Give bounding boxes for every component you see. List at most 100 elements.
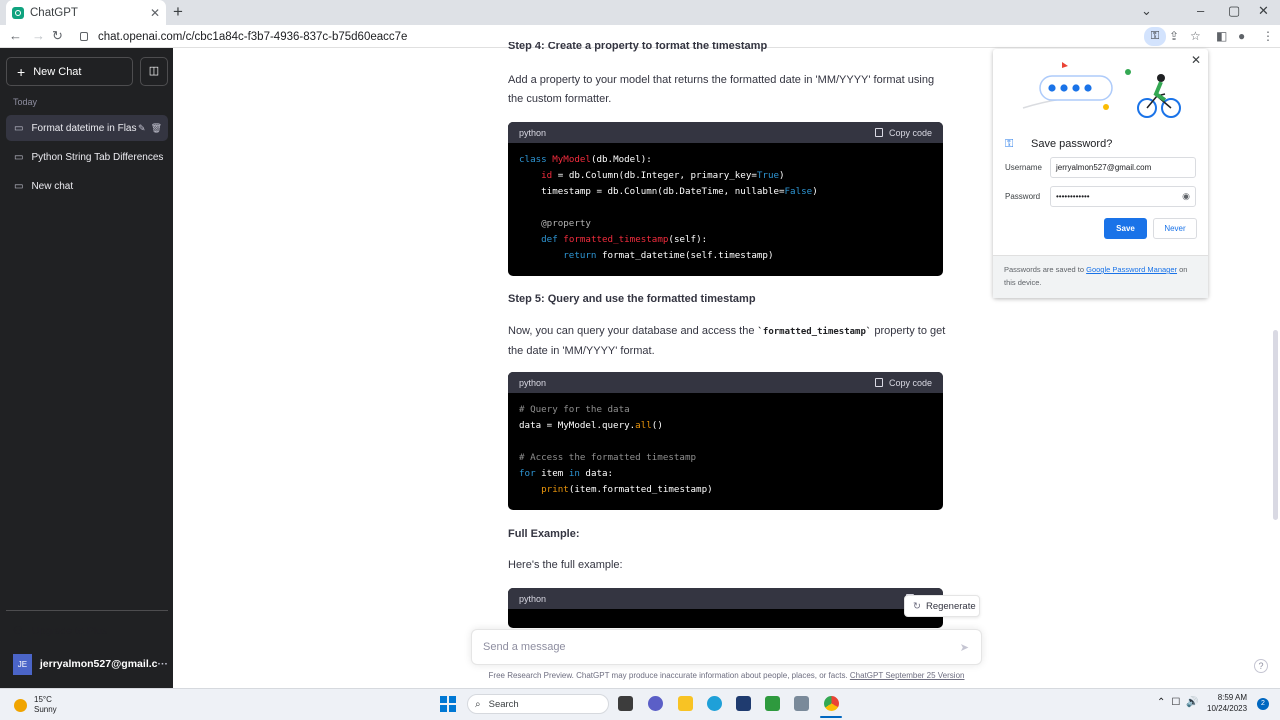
full-example-text: Here's the full example: (508, 559, 623, 571)
upgrade-button[interactable]: ⚇ Upgrade to Plus (13, 624, 108, 638)
reload-icon[interactable]: ↻ (52, 28, 63, 44)
system-tray[interactable]: ⌃☐🔊 (1157, 697, 1205, 708)
avatar: JE (13, 653, 32, 675)
chat-item-label: Python String Tab Differences (31, 151, 164, 163)
chat-item-format-datetime[interactable]: ▭ Format datetime in Flas ✎ 🗑 (6, 115, 168, 141)
user-icon: ⚇ (13, 625, 23, 637)
file-explorer-icon[interactable] (678, 696, 693, 711)
help-icon[interactable]: ? (1254, 659, 1268, 673)
code-block-2: python Copy code # Query for the data da… (508, 372, 943, 510)
clipboard-icon (874, 128, 883, 137)
sun-icon (14, 698, 27, 712)
close-tab-icon[interactable]: ✕ (150, 6, 160, 20)
edit-icon[interactable]: ✎ (138, 123, 146, 133)
network-app-icon[interactable] (794, 696, 809, 711)
upgrade-label: Upgrade to Plus (31, 624, 108, 637)
new-tab-icon[interactable]: + (173, 3, 183, 21)
weather-condition: Sunny (34, 705, 57, 714)
browser-tab[interactable]: ChatGPT ✕ (6, 0, 166, 25)
code-block-1: python Copy code class MyModel(db.Model)… (508, 122, 943, 276)
never-button[interactable]: Never (1153, 218, 1197, 239)
edge-icon[interactable] (707, 696, 722, 711)
username-field[interactable]: jerryalmon527@gmail.com (1050, 157, 1196, 178)
code-header: python Co (508, 588, 943, 609)
eye-icon[interactable]: ◉ (1182, 191, 1190, 202)
forward-icon[interactable]: → (32, 28, 45, 43)
username-label: Username (1005, 163, 1042, 172)
save-button[interactable]: Save (1104, 218, 1147, 239)
maximize-icon[interactable]: ▢ (1228, 3, 1240, 19)
paragraph-1: Add a property to your model that return… (508, 74, 935, 105)
menu-icon[interactable]: ⋮ (1262, 29, 1274, 43)
trash-icon[interactable]: 🗑 (151, 123, 162, 133)
share-icon[interactable]: ⇪ (1169, 29, 1179, 43)
copy-code-button[interactable]: Copy code (874, 378, 932, 388)
chat-bubble-icon: ▭ (14, 151, 24, 163)
copy-code-button[interactable]: Copy code (874, 128, 932, 138)
active-app-indicator (820, 716, 842, 718)
sidebar-divider (6, 610, 168, 611)
regenerate-button[interactable]: ↻ Regenerate (904, 595, 980, 617)
password-illustration (1022, 62, 1181, 118)
refresh-icon: ↻ (913, 600, 921, 612)
browser-tab-strip (0, 0, 1280, 25)
chat-app-icon[interactable] (648, 696, 663, 711)
back-icon[interactable]: ← (9, 28, 22, 43)
message-input[interactable]: Send a message ➤ (471, 629, 982, 665)
section-today: Today (13, 97, 38, 107)
code-header: python Copy code (508, 122, 943, 143)
minimize-icon[interactable]: – (1197, 3, 1204, 18)
tab-title: ChatGPT (30, 6, 78, 19)
version-link[interactable]: ChatGPT September 25 Version (850, 671, 965, 680)
url-text: chat.openai.com/c/cbc1a84c-f3b7-4936-837… (98, 30, 408, 43)
user-menu[interactable]: JE jerryalmon527@gmail.c ··· (13, 653, 168, 675)
bookmark-star-icon[interactable]: ☆ (1190, 29, 1201, 43)
send-icon[interactable]: ➤ (960, 641, 969, 654)
new-chat-button[interactable]: + New Chat (6, 57, 133, 86)
clock[interactable]: 8:59 AM 10/24/2023 (1207, 692, 1247, 714)
tab-search-icon[interactable]: ⌄ (1141, 3, 1152, 19)
chatgpt-favicon-icon (12, 6, 24, 19)
taskbar (0, 688, 1280, 720)
task-view-icon[interactable] (618, 696, 633, 711)
profile-icon[interactable]: ● (1238, 29, 1245, 43)
footer-disclaimer: Free Research Preview. ChatGPT may produ… (488, 671, 965, 680)
more-icon[interactable]: ··· (158, 658, 169, 670)
password-manager-link[interactable]: Google Password Manager (1086, 265, 1177, 274)
chrome-icon[interactable] (824, 696, 839, 711)
chat-item-new-chat[interactable]: ▭ New chat (6, 173, 168, 199)
user-email: jerryalmon527@gmail.c (39, 658, 158, 670)
search-icon: ⌕ (475, 698, 481, 710)
temperature: 15°C (34, 695, 52, 704)
notification-badge[interactable]: 2 (1257, 698, 1269, 710)
regenerate-label: Regenerate (925, 600, 976, 612)
notepad-icon[interactable] (765, 696, 780, 711)
password-key-icon[interactable]: ⚿ (1144, 27, 1166, 46)
clipboard-icon (874, 378, 883, 387)
popup-title: Save password? (1031, 138, 1113, 150)
chat-bubble-icon: ▭ (14, 180, 24, 192)
store-icon[interactable] (736, 696, 751, 711)
message-placeholder: Send a message (483, 641, 566, 653)
step5-heading: Step 5: Query and use the formatted time… (508, 293, 756, 305)
code-header: python Copy code (508, 372, 943, 393)
windows-start-icon[interactable] (440, 696, 456, 712)
code-content: class MyModel(db.Model): id = db.Column(… (519, 154, 818, 261)
new-chat-label: New Chat (33, 65, 82, 78)
scrollbar[interactable] (1273, 330, 1278, 520)
collapse-sidebar-button[interactable]: ◫ (140, 57, 168, 86)
taskbar-search[interactable]: ⌕ Search (467, 694, 609, 714)
code-language: python (519, 377, 547, 388)
code-language: python (519, 127, 547, 138)
chat-item-python-string[interactable]: ▭ Python String Tab Differences (6, 144, 168, 170)
close-window-icon[interactable]: ✕ (1258, 3, 1269, 19)
code-content: # Query for the data data = MyModel.quer… (519, 404, 713, 495)
weather-widget[interactable]: 15°C Sunny (14, 695, 57, 715)
close-icon[interactable]: ✕ (1191, 53, 1201, 67)
password-field[interactable]: •••••••••••• ◉ (1050, 186, 1196, 207)
taskbar-search-label: Search (488, 698, 519, 710)
plus-icon: + (17, 63, 26, 80)
full-example-heading: Full Example: (508, 528, 580, 540)
step4-heading-cut: Step 4: Create a property to format the … (508, 42, 768, 52)
side-panel-icon[interactable]: ◧ (1216, 29, 1227, 43)
